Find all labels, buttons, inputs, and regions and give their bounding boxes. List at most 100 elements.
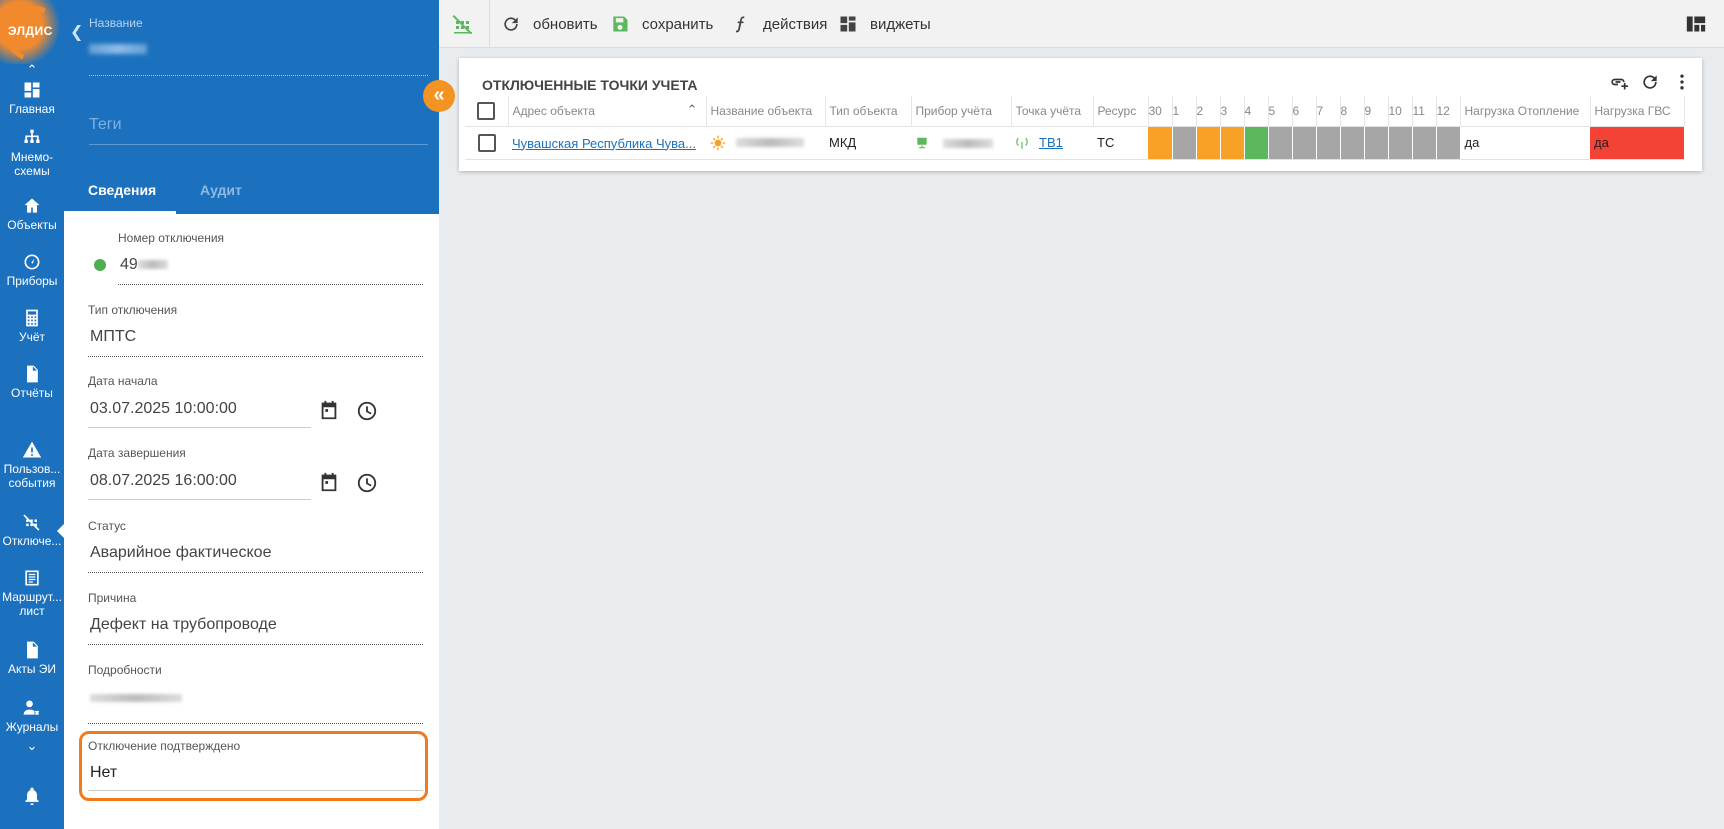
col-day[interactable]: 2 — [1196, 96, 1221, 126]
day-cell — [1436, 125, 1461, 160]
collapse-panel-button[interactable]: « — [423, 80, 455, 112]
hot-water-load-cell: да — [1590, 125, 1684, 160]
col-resource[interactable]: Ресурс — [1093, 96, 1149, 126]
day-cell — [1340, 125, 1365, 160]
nav-item-reports[interactable]: Отчёты — [0, 364, 64, 400]
address-link[interactable]: Чувашская Республика Чува... — [512, 136, 696, 151]
start-calendar-icon[interactable] — [318, 399, 340, 421]
refresh-icon — [504, 17, 518, 31]
eldis-logo[interactable]: ЭЛДИС — [0, 0, 64, 64]
back-chevron-icon[interactable]: ❮ — [70, 22, 83, 42]
col-day[interactable]: 10 — [1388, 96, 1413, 126]
top-toolbar: обновить сохранить действия виджеты — [439, 0, 1724, 48]
details-label: Подробности — [88, 663, 162, 677]
object-name-redacted — [736, 138, 804, 148]
refresh-button[interactable]: обновить — [501, 14, 598, 34]
actions-button[interactable]: действия — [731, 14, 827, 34]
tab-audit[interactable]: Аудит — [200, 182, 242, 198]
antenna-icon — [1016, 138, 1028, 150]
col-day[interactable]: 6 — [1292, 96, 1317, 126]
col-heating-load[interactable]: Нагрузка Отопление — [1460, 96, 1591, 126]
col-day[interactable]: 7 — [1316, 96, 1341, 126]
day-cell — [1172, 125, 1197, 160]
sun-icon — [710, 135, 726, 151]
layout-grid-icon[interactable] — [1686, 15, 1706, 33]
reason-field[interactable]: Дефект на трубопроводе — [90, 616, 277, 634]
start-date-field[interactable]: 03.07.2025 10:00:00 — [90, 400, 237, 418]
device-icon — [917, 138, 927, 149]
disconnection-detail-panel: ❮ Название Теги Сведения Аудит Номер отк… — [64, 0, 439, 829]
nav-item-devices[interactable]: Приборы — [0, 252, 64, 288]
col-day[interactable]: 1 — [1172, 96, 1197, 126]
name-value-redacted[interactable] — [89, 44, 147, 54]
widgets-icon — [840, 16, 856, 32]
list-icon — [25, 570, 39, 586]
col-device[interactable]: Прибор учёта — [911, 96, 1012, 126]
day-cell — [1244, 125, 1269, 160]
day-cell — [1292, 125, 1317, 160]
col-day[interactable]: 12 — [1436, 96, 1461, 126]
col-type[interactable]: Тип объекта — [825, 96, 912, 126]
status-field[interactable]: Аварийное фактическое — [90, 544, 271, 562]
widgets-button[interactable]: виджеты — [838, 14, 931, 34]
end-date-field[interactable]: 08.07.2025 16:00:00 — [90, 472, 237, 490]
day-cell — [1412, 125, 1437, 160]
col-name[interactable]: Название объекта — [706, 96, 826, 126]
table-row[interactable]: Чувашская Республика Чува... МКД ТВ1 ТС — [465, 125, 1684, 160]
select-all-checkbox[interactable] — [477, 101, 496, 120]
nav-item-journals[interactable]: Журналы — [0, 698, 64, 734]
nav-item-accounting[interactable]: Учёт — [0, 308, 64, 344]
status-label: Статус — [88, 519, 126, 533]
end-date-label: Дата завершения — [88, 446, 186, 460]
col-day[interactable]: 11 — [1412, 96, 1437, 126]
col-day[interactable]: 30 — [1148, 96, 1173, 126]
point-link[interactable]: ТВ1 — [1039, 135, 1063, 150]
sort-up-icon[interactable]: ⌃ — [687, 102, 698, 118]
nav-item-user-events[interactable]: Пользов... события — [0, 440, 64, 490]
nav-scroll-down-icon[interactable]: ⌄ — [0, 738, 64, 754]
start-date-label: Дата начала — [88, 374, 158, 388]
col-day[interactable]: 4 — [1244, 96, 1269, 126]
col-day[interactable]: 5 — [1268, 96, 1293, 126]
save-button[interactable]: сохранить — [610, 14, 713, 34]
nav-item-mnemo[interactable]: Мнемо-схемы — [0, 128, 64, 178]
nav-item-objects[interactable]: Объекты — [0, 196, 64, 232]
nav-item-disconnections[interactable]: Отключе... — [0, 512, 64, 548]
notifications-button[interactable] — [0, 786, 64, 808]
col-hot-water-load[interactable]: Нагрузка ГВС — [1590, 96, 1685, 126]
day-cell — [1316, 125, 1341, 160]
resource-cell: ТС — [1093, 125, 1148, 160]
tab-details[interactable]: Сведения — [88, 182, 156, 198]
disconnect-grid-icon[interactable] — [451, 12, 475, 36]
col-day[interactable]: 3 — [1220, 96, 1245, 126]
col-day[interactable]: 9 — [1364, 96, 1389, 126]
save-icon — [613, 16, 628, 32]
col-address[interactable]: Адрес объекта ⌃ — [508, 96, 707, 126]
number-field[interactable]: 49 — [120, 256, 168, 274]
widget-refresh-icon[interactable] — [1640, 72, 1660, 92]
gauge-icon — [24, 254, 40, 270]
tags-input[interactable]: Теги — [89, 116, 122, 134]
hierarchy-icon — [24, 129, 40, 143]
name-label: Название — [89, 16, 143, 30]
nav-item-acts[interactable]: Акты ЭИ — [0, 640, 64, 676]
start-clock-icon[interactable] — [356, 400, 378, 422]
number-label: Номер отключения — [118, 231, 225, 245]
type-field[interactable]: МПТС — [90, 328, 136, 346]
end-clock-icon[interactable] — [356, 472, 378, 494]
day-cell — [1388, 125, 1413, 160]
day-cell — [1220, 125, 1245, 160]
row-checkbox[interactable] — [477, 133, 496, 152]
more-vertical-icon[interactable] — [1672, 72, 1692, 92]
nav-item-home[interactable]: Главная — [0, 80, 64, 116]
panel-header: ❮ Название Теги Сведения Аудит — [64, 0, 439, 214]
end-calendar-icon[interactable] — [318, 471, 340, 493]
add-link-icon[interactable] — [1608, 72, 1628, 92]
nav-item-route-list[interactable]: Маршрут... лист — [0, 568, 64, 618]
warning-icon — [22, 441, 42, 458]
col-point[interactable]: Точка учёта — [1011, 96, 1094, 126]
dashboard-icon — [24, 82, 40, 98]
col-day[interactable]: 8 — [1340, 96, 1365, 126]
nav-scroll-up-icon[interactable]: ⌃ — [0, 62, 64, 78]
details-field-redacted[interactable] — [90, 694, 182, 702]
